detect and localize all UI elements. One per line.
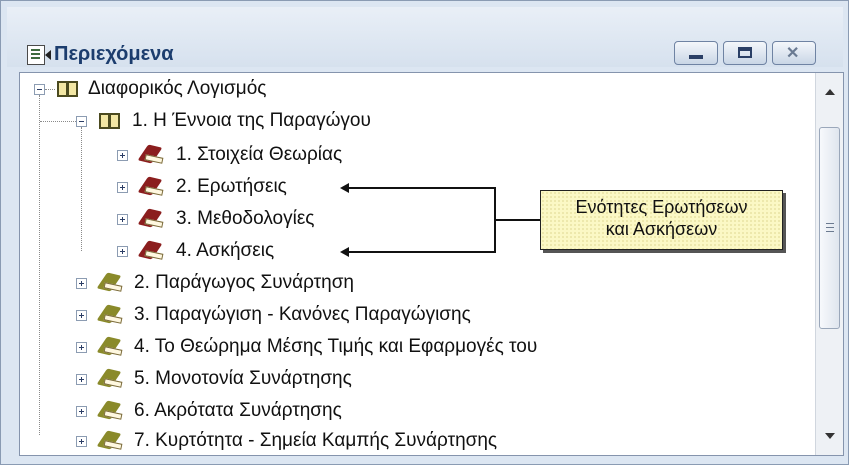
title-bar[interactable]: Περιεχόμενα ✕ <box>7 7 843 67</box>
window-title: Περιεχόμενα <box>54 43 174 65</box>
book-icon <box>137 176 165 198</box>
book-icon <box>137 240 165 262</box>
tree-node-chapter-1[interactable]: 1. Η Έννοια της Παραγώγου <box>20 107 520 137</box>
contents-tree[interactable]: Διαφορικός Λογισμός 1. Η Έννοια της Παρα… <box>19 72 844 456</box>
tree-node-label: 4. Το Θεώρημα Μέσης Τιμής και Εφαρμογές … <box>134 336 538 357</box>
open-book-icon <box>56 78 80 100</box>
collapse-toggle[interactable] <box>76 116 87 127</box>
tree-node-label: 1. Στοιχεία Θεωρίας <box>176 144 343 165</box>
arrow-head-icon <box>340 247 349 257</box>
contents-icon <box>27 45 51 65</box>
tree-node-section[interactable]: 1. Στοιχεία Θεωρίας <box>20 141 520 171</box>
book-icon <box>137 208 165 230</box>
tree-node-label: 3. Μεθοδολογίες <box>176 208 315 229</box>
vertical-scrollbar[interactable] <box>815 73 843 455</box>
book-icon <box>96 336 124 358</box>
expand-toggle[interactable] <box>76 406 87 417</box>
expand-toggle[interactable] <box>76 374 87 385</box>
minimize-button[interactable] <box>674 41 718 65</box>
tree-node-chapter[interactable]: 4. Το Θεώρημα Μέσης Τιμής και Εφαρμογές … <box>20 333 720 363</box>
tree-node-label: 2. Παράγωγος Συνάρτηση <box>134 272 354 293</box>
tree-node-chapter[interactable]: 2. Παράγωγος Συνάρτηση <box>20 269 720 299</box>
expand-toggle[interactable] <box>76 436 87 447</box>
tree-node-label: 1. Η Έννοια της Παραγώγου <box>132 110 371 131</box>
open-book-icon <box>98 110 122 132</box>
scroll-up-icon[interactable] <box>825 89 835 95</box>
tree-node-label: 4. Ασκήσεις <box>176 240 275 261</box>
callout-arrow <box>348 251 495 253</box>
expand-toggle[interactable] <box>117 150 128 161</box>
tree-node-label: 5. Μονοτονία Συνάρτησης <box>134 368 352 389</box>
callout-line-2: και Ασκήσεων <box>605 219 718 239</box>
expand-toggle[interactable] <box>117 246 128 257</box>
book-icon <box>137 144 165 166</box>
callout-line-1: Ενότητες Ερωτήσεων <box>575 197 748 217</box>
scroll-down-icon[interactable] <box>825 433 835 439</box>
tree-node-chapter[interactable]: 7. Κυρτότητα - Σημεία Καμπής Συνάρτησης <box>20 427 720 455</box>
tree-connector <box>45 89 55 90</box>
book-icon <box>96 368 124 390</box>
book-icon <box>96 400 124 422</box>
book-icon <box>96 304 124 326</box>
close-button[interactable]: ✕ <box>772 41 816 65</box>
contents-window: Περιεχόμενα ✕ Διαφορικός Λογισμός 1. Η Έ… <box>0 0 849 465</box>
tree-node-label: 7. Κυρτότητα - Σημεία Καμπής Συνάρτησης <box>134 430 498 451</box>
maximize-button[interactable] <box>723 41 767 65</box>
scroll-thumb[interactable] <box>819 127 840 329</box>
callout-connector <box>494 219 540 221</box>
expand-toggle[interactable] <box>76 342 87 353</box>
collapse-toggle[interactable] <box>34 84 45 95</box>
arrow-head-icon <box>340 183 349 193</box>
book-icon <box>96 272 124 294</box>
tree-node-label: 3. Παραγώγιση - Κανόνες Παραγώγισης <box>134 304 471 325</box>
callout-arrow <box>348 187 495 189</box>
expand-toggle[interactable] <box>76 278 87 289</box>
expand-toggle[interactable] <box>117 182 128 193</box>
minimize-icon <box>689 55 703 59</box>
tree-node-section[interactable]: 3. Μεθοδολογίες <box>20 205 520 235</box>
tree-connector <box>40 121 76 122</box>
book-icon <box>96 430 124 452</box>
tree-node-label: Διαφορικός Λογισμός <box>88 78 267 99</box>
tree-node-chapter[interactable]: 3. Παραγώγιση - Κανόνες Παραγώγισης <box>20 301 720 331</box>
expand-toggle[interactable] <box>117 214 128 225</box>
tree-node-chapter[interactable]: 6. Ακρότατα Συνάρτησης <box>20 397 720 427</box>
expand-toggle[interactable] <box>76 310 87 321</box>
back-arrow-icon <box>45 50 51 60</box>
tree-node-root[interactable]: Διαφορικός Λογισμός <box>20 75 520 105</box>
tree-node-label: 6. Ακρότατα Συνάρτησης <box>134 400 342 421</box>
annotation-callout: Ενότητες Ερωτήσεων και Ασκήσεων <box>540 190 783 250</box>
tree-node-chapter[interactable]: 5. Μονοτονία Συνάρτησης <box>20 365 720 395</box>
close-icon: ✕ <box>786 45 800 62</box>
maximize-icon <box>738 47 752 58</box>
tree-node-label: 2. Ερωτήσεις <box>176 176 287 197</box>
